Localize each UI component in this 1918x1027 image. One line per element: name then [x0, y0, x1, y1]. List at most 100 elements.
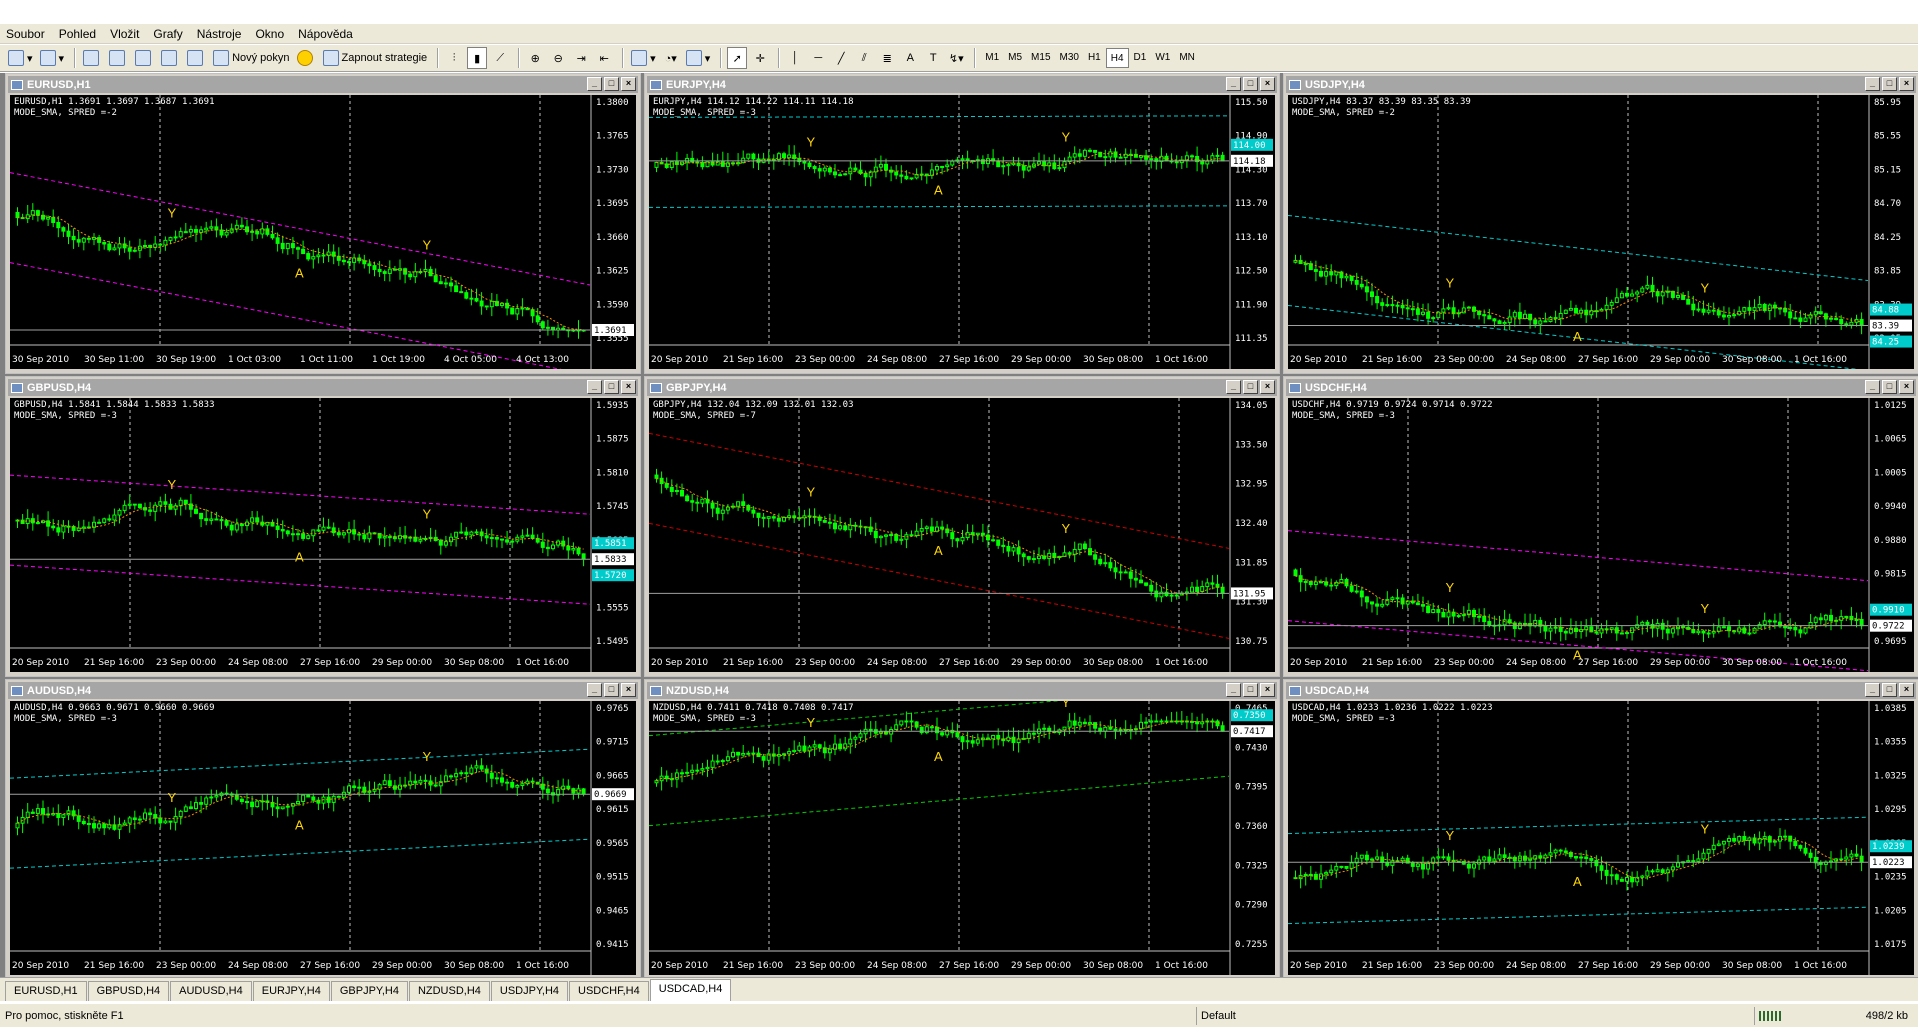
- cursor-button[interactable]: ➚: [727, 47, 748, 69]
- maximize-button[interactable]: □: [1882, 77, 1897, 91]
- chart-tab[interactable]: EURJPY,H4: [252, 981, 330, 1001]
- trendline-button[interactable]: ╱: [831, 47, 851, 69]
- chart-tab[interactable]: USDJPY,H4: [490, 981, 569, 1001]
- close-button[interactable]: ×: [1260, 380, 1275, 394]
- minimize-button[interactable]: _: [1865, 683, 1880, 697]
- chart-tab[interactable]: GBPUSD,H4: [87, 981, 170, 1001]
- chart-window[interactable]: USDCHF,H4 _ □ × Y A Y 1.0125 1.0065 1.0005 0.9940 0…: [1283, 376, 1918, 677]
- maximize-button[interactable]: □: [1243, 77, 1258, 91]
- close-button[interactable]: ×: [1899, 77, 1914, 91]
- chart-area[interactable]: Y A Y 1.0125 1.0065 1.0005 0.9940 0.9880 0.9815 0…: [1288, 398, 1914, 672]
- close-button[interactable]: ×: [1260, 77, 1275, 91]
- chart-area[interactable]: Y A Y 0.9765 0.9715 0.9665 0.9615 0.9565 0.9515 0…: [10, 701, 636, 975]
- new-chart-button[interactable]: ▾: [6, 47, 35, 69]
- timeframe-m30[interactable]: M30: [1056, 48, 1083, 68]
- menu-grafy[interactable]: Grafy: [153, 27, 182, 41]
- chart-window[interactable]: EURUSD,H1 _ □ × Y A Y 1.3800 1.3765 1.3730 1.3695 1…: [5, 73, 641, 374]
- chart-area[interactable]: Y A Y 115.50 114.90 114.30 113.70 113.10 112.50 1…: [649, 95, 1275, 369]
- menu-nastroje[interactable]: Nástroje: [197, 27, 242, 41]
- chart-title-bar[interactable]: NZDUSD,H4 _ □ ×: [647, 682, 1277, 699]
- text-button[interactable]: A: [900, 47, 920, 69]
- timeframe-d1[interactable]: D1: [1130, 48, 1151, 68]
- close-button[interactable]: ×: [1899, 380, 1914, 394]
- new-order-button[interactable]: Nový pokyn: [211, 47, 291, 69]
- templates-button[interactable]: ▾: [684, 47, 713, 69]
- menu-vlozit[interactable]: Vložit: [110, 27, 139, 41]
- close-button[interactable]: ×: [621, 380, 636, 394]
- maximize-button[interactable]: □: [1882, 683, 1897, 697]
- maximize-button[interactable]: □: [604, 683, 619, 697]
- timeframe-m15[interactable]: M15: [1027, 48, 1054, 68]
- zoom-in-button[interactable]: ⊕: [525, 47, 545, 69]
- timeframe-h1[interactable]: H1: [1084, 48, 1105, 68]
- timeframe-w1[interactable]: W1: [1151, 48, 1174, 68]
- minimize-button[interactable]: _: [587, 77, 602, 91]
- menu-okno[interactable]: Okno: [255, 27, 284, 41]
- chart-window[interactable]: USDJPY,H4 _ □ × Y A Y 85.95 85.55 85.15 84.70 84.25…: [1283, 73, 1918, 374]
- chart-window[interactable]: USDCAD,H4 _ □ × Y A Y 1.0385 1.0355 1.0325 1.0295 1…: [1283, 679, 1918, 980]
- periods-button[interactable]: ◔▾: [661, 47, 681, 69]
- chart-window[interactable]: NZDUSD,H4 _ □ × Y A Y 0.7465 0.7430 0.7395 0.7360 0…: [644, 679, 1280, 980]
- chart-area[interactable]: Y A Y 1.3800 1.3765 1.3730 1.3695 1.3660 1.3625 1…: [10, 95, 636, 369]
- chart-title-bar[interactable]: GBPUSD,H4 _ □ ×: [8, 379, 638, 396]
- candle-chart-button[interactable]: ▮: [467, 47, 488, 69]
- minimize-button[interactable]: _: [587, 683, 602, 697]
- terminal-button[interactable]: [159, 47, 182, 69]
- minimize-button[interactable]: _: [587, 380, 602, 394]
- chart-window[interactable]: EURJPY,H4 _ □ × Y A Y 115.50 114.90 114.30 113.70 1…: [644, 73, 1280, 374]
- close-button[interactable]: ×: [1899, 683, 1914, 697]
- chart-title-bar[interactable]: USDJPY,H4 _ □ ×: [1286, 76, 1916, 93]
- maximize-button[interactable]: □: [604, 380, 619, 394]
- chart-area[interactable]: Y A Y 0.7465 0.7430 0.7395 0.7360 0.7325 0.7290 0…: [649, 701, 1275, 975]
- chart-area[interactable]: Y A Y 134.05 133.50 132.95 132.40 131.85 131.30 1…: [649, 398, 1275, 672]
- chart-title-bar[interactable]: AUDUSD,H4 _ □ ×: [8, 682, 638, 699]
- timeframe-mn[interactable]: MN: [1175, 48, 1199, 68]
- minimize-button[interactable]: _: [1226, 77, 1241, 91]
- indicators-button[interactable]: ▾: [629, 47, 658, 69]
- chart-title-bar[interactable]: GBPJPY,H4 _ □ ×: [647, 379, 1277, 396]
- chart-window[interactable]: GBPJPY,H4 _ □ × Y A Y 134.05 133.50 132.95 132.40 1…: [644, 376, 1280, 677]
- menu-pohled[interactable]: Pohled: [59, 27, 96, 41]
- minimize-button[interactable]: _: [1865, 77, 1880, 91]
- label-button[interactable]: T: [923, 47, 943, 69]
- tester-button[interactable]: [185, 47, 208, 69]
- bar-chart-button[interactable]: ⫶: [444, 47, 464, 69]
- autoscroll-button[interactable]: ⇥: [571, 47, 591, 69]
- maximize-button[interactable]: □: [1882, 380, 1897, 394]
- meta-editor-button[interactable]: [295, 47, 318, 69]
- chart-window[interactable]: AUDUSD,H4 _ □ × Y A Y 0.9765 0.9715 0.9665 0.9615 0…: [5, 679, 641, 980]
- fibo-button[interactable]: ≣: [877, 47, 897, 69]
- chart-title-bar[interactable]: EURUSD,H1 _ □ ×: [8, 76, 638, 93]
- arrows-button[interactable]: ↯▾: [946, 47, 966, 69]
- close-button[interactable]: ×: [1260, 683, 1275, 697]
- menu-soubor[interactable]: Soubor: [6, 27, 45, 41]
- chart-area[interactable]: YAY1.59351.58751.58101.57451.56851.56201…: [10, 398, 636, 672]
- zoom-out-button[interactable]: ⊖: [548, 47, 568, 69]
- maximize-button[interactable]: □: [1243, 380, 1258, 394]
- chart-tab[interactable]: USDCAD,H4: [649, 979, 732, 1001]
- chart-window[interactable]: GBPUSD,H4 _ □ × Y A Y 1.5935 1.5875 1.5810 1.5745 1…: [5, 376, 641, 677]
- close-button[interactable]: ×: [621, 77, 636, 91]
- market-watch-button[interactable]: [81, 47, 104, 69]
- chart-title-bar[interactable]: USDCHF,H4 _ □ ×: [1286, 379, 1916, 396]
- chart-title-bar[interactable]: USDCAD,H4 _ □ ×: [1286, 682, 1916, 699]
- chart-shift-button[interactable]: ⇤: [594, 47, 614, 69]
- chart-tab[interactable]: EURUSD,H1: [5, 981, 87, 1001]
- data-window-button[interactable]: [133, 47, 156, 69]
- chart-area[interactable]: YAY1.03851.03551.03251.02951.02651.02351…: [1288, 701, 1914, 975]
- timeframe-h4[interactable]: H4: [1105, 48, 1129, 68]
- maximize-button[interactable]: □: [1243, 683, 1258, 697]
- minimize-button[interactable]: _: [1226, 380, 1241, 394]
- menu-napoveda[interactable]: Nápověda: [298, 27, 353, 41]
- timeframe-m1[interactable]: M1: [981, 48, 1003, 68]
- profiles-button[interactable]: ▾: [38, 47, 67, 69]
- close-button[interactable]: ×: [621, 683, 636, 697]
- line-chart-button[interactable]: ⟋: [490, 47, 510, 69]
- chart-title-bar[interactable]: EURJPY,H4 _ □ ×: [647, 76, 1277, 93]
- chart-area[interactable]: YAY85.9585.5585.1584.7084.2583.8583.3983…: [1288, 95, 1914, 369]
- timeframe-m5[interactable]: M5: [1004, 48, 1026, 68]
- minimize-button[interactable]: _: [1865, 380, 1880, 394]
- chart-tab[interactable]: AUDUSD,H4: [170, 981, 252, 1001]
- chart-tab[interactable]: GBPJPY,H4: [330, 981, 408, 1001]
- navigator-button[interactable]: [107, 47, 130, 69]
